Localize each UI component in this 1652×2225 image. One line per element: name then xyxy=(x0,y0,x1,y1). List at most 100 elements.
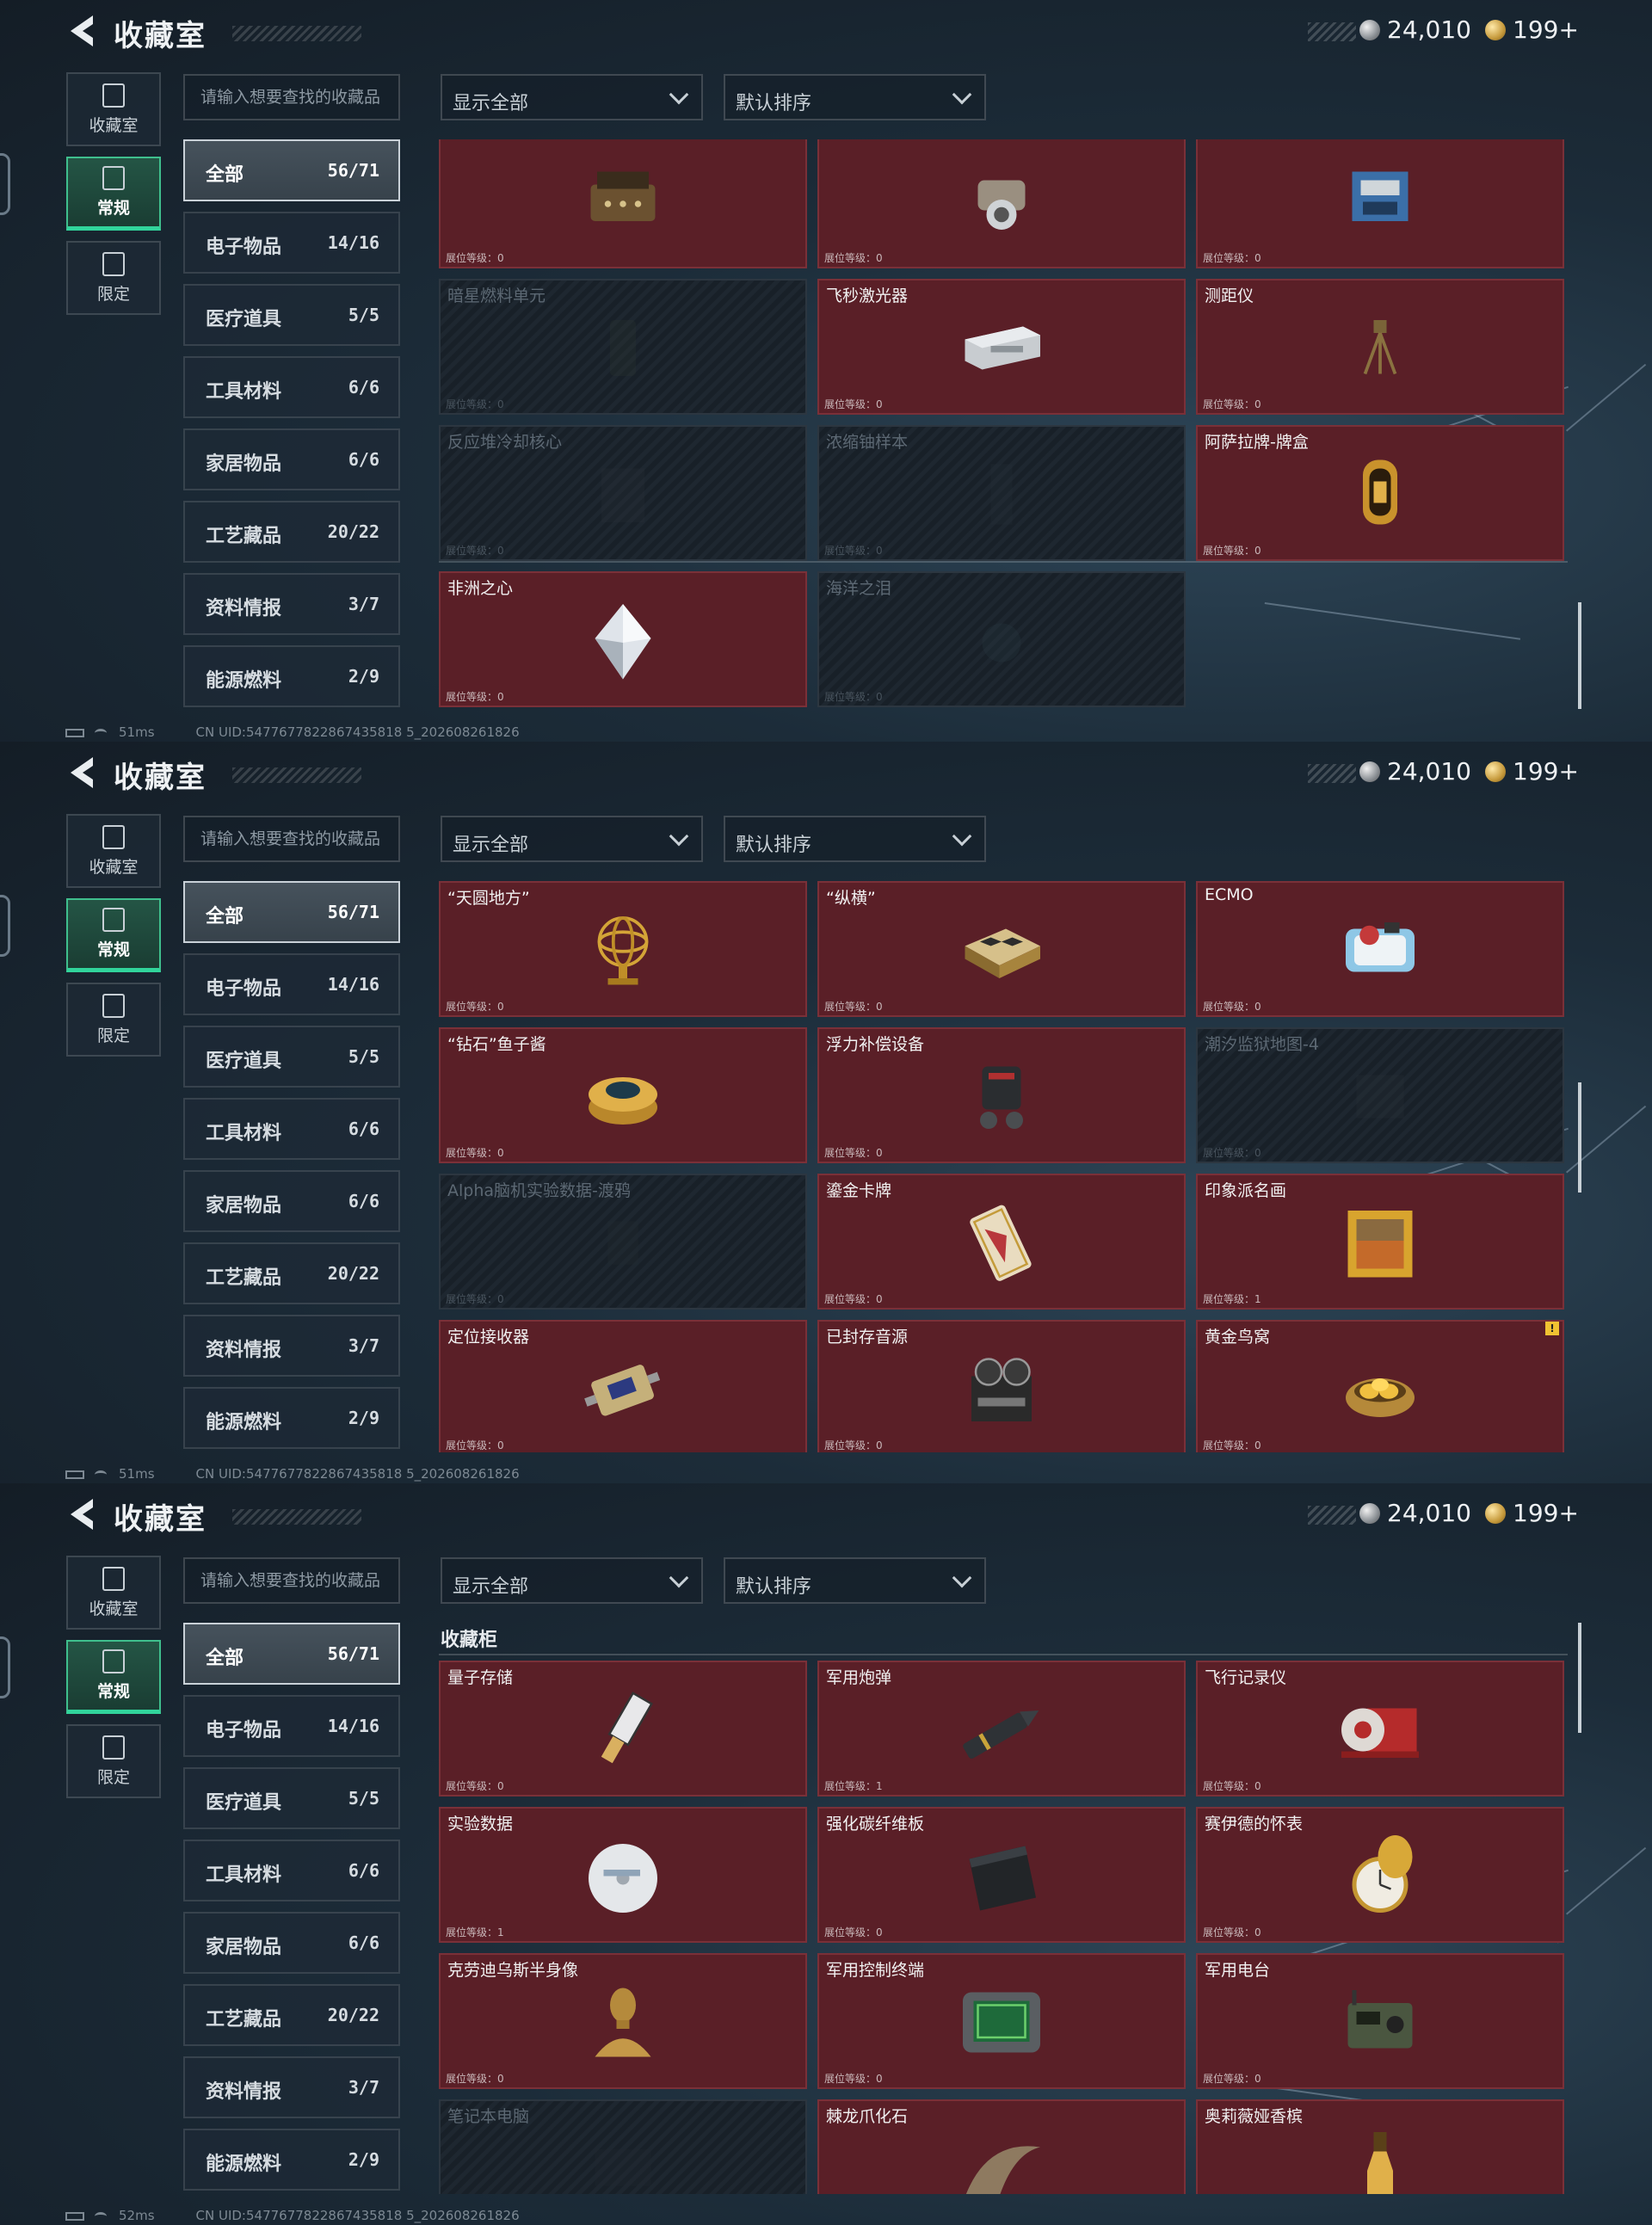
category-tab[interactable]: 医疗道具 5/5 xyxy=(183,1767,400,1829)
category-tab[interactable]: 工艺藏品 20/22 xyxy=(183,1242,400,1304)
back-button[interactable] xyxy=(67,755,98,790)
side-nav-limited[interactable]: 限定 xyxy=(66,241,161,315)
chevron-down-icon xyxy=(952,84,972,105)
collection-item-card[interactable]: 暗星燃料单元 展位等级：0 xyxy=(439,279,807,415)
collection-item-card[interactable]: 军用炮弹 展位等级：1 xyxy=(817,1661,1186,1797)
collection-item-card[interactable]: 棘龙爪化石展位等级：0 xyxy=(817,2099,1186,2194)
item-level: 展位等级：0 xyxy=(446,1291,504,1306)
collection-item-card[interactable]: 军用电台 展位等级：0 xyxy=(1196,1953,1564,2089)
category-tab[interactable]: 医疗道具 5/5 xyxy=(183,284,400,346)
category-tab[interactable]: 资料情报 3/7 xyxy=(183,1315,400,1377)
search-input[interactable] xyxy=(183,816,400,862)
gold-amount[interactable]: 199+ xyxy=(1513,15,1579,44)
back-button[interactable] xyxy=(67,14,98,48)
collection-item-card[interactable]: 潮汐监狱地图-4 展位等级：0 xyxy=(1196,1027,1564,1163)
sort-dropdown[interactable]: 默认排序 xyxy=(724,74,986,120)
side-nav-limited[interactable]: 限定 xyxy=(66,1724,161,1798)
item-level: 展位等级：0 xyxy=(824,543,883,558)
search-input[interactable] xyxy=(183,1557,400,1604)
category-tab[interactable]: 家居物品 6/6 xyxy=(183,428,400,490)
scrollbar[interactable] xyxy=(1578,1623,1581,1733)
collection-item-card[interactable]: 实验数据 展位等级：1 xyxy=(439,1807,807,1943)
item-name: 反应堆冷却核心 xyxy=(447,433,563,452)
side-nav-limited[interactable]: 限定 xyxy=(66,983,161,1057)
collection-item-card[interactable]: “天圆地方” 展位等级：0 xyxy=(439,881,807,1017)
category-tab[interactable]: 医疗道具 5/5 xyxy=(183,1026,400,1088)
collection-item-card[interactable]: 已封存音源 展位等级：0 xyxy=(817,1320,1186,1452)
filter-dropdown[interactable]: 显示全部 xyxy=(441,1557,703,1604)
category-tab[interactable]: 全部 56/71 xyxy=(183,139,400,201)
category-label: 能源燃料 xyxy=(206,670,282,692)
category-tab[interactable]: 电子物品 14/16 xyxy=(183,212,400,274)
category-tab[interactable]: 资料情报 3/7 xyxy=(183,573,400,635)
category-tab[interactable]: 电子物品 14/16 xyxy=(183,953,400,1015)
collection-item-card[interactable]: 非洲之心 展位等级：0 xyxy=(439,571,807,707)
side-nav-collection-room[interactable]: 收藏室 xyxy=(66,72,161,146)
category-count: 14/16 xyxy=(327,1716,379,1736)
category-tab[interactable]: 电子物品 14/16 xyxy=(183,1695,400,1757)
category-tab[interactable]: 工艺藏品 20/22 xyxy=(183,1984,400,2046)
collection-item-card[interactable]: 阿萨拉牌-牌盒 展位等级：0 xyxy=(1196,425,1564,561)
category-tab[interactable]: 工具材料 6/6 xyxy=(183,1098,400,1160)
gold-currency: 199+ xyxy=(1485,757,1579,786)
level-prefix: 展位等级： xyxy=(824,691,877,703)
collection-item-card[interactable]: 浮力补偿设备 展位等级：0 xyxy=(817,1027,1186,1163)
category-tab[interactable]: 工具材料 6/6 xyxy=(183,1840,400,1901)
collection-item-card[interactable]: 黄金鸟窝 展位等级：0! xyxy=(1196,1320,1564,1452)
sort-dropdown[interactable]: 默认排序 xyxy=(724,1557,986,1604)
flight-recorder-icon xyxy=(1341,1708,1419,1758)
sort-dropdown[interactable]: 默认排序 xyxy=(724,816,986,862)
collection-item-card[interactable]: 浓缩铀样本 展位等级：0 xyxy=(817,425,1186,561)
side-drawer-handle[interactable] xyxy=(0,153,10,215)
side-nav-regular[interactable]: 常规 xyxy=(66,898,161,972)
category-label: 全部 xyxy=(206,906,244,928)
scrollbar[interactable] xyxy=(1578,1082,1581,1193)
collection-item-card[interactable]: 量子存储 展位等级：0 xyxy=(439,1661,807,1797)
collection-item-card[interactable]: 测距仪 展位等级：0 xyxy=(1196,279,1564,415)
collection-item-card[interactable]: 军用控制终端 展位等级：0 xyxy=(817,1953,1186,2089)
collection-item-card[interactable]: 鎏金卡牌 展位等级：0 xyxy=(817,1174,1186,1310)
collection-item-card[interactable]: 飞秒激光器 展位等级：0 xyxy=(817,279,1186,415)
side-nav-collection-room[interactable]: 收藏室 xyxy=(66,1556,161,1630)
collection-item-card[interactable]: 展位等级：0 xyxy=(817,139,1186,268)
category-tab[interactable]: 资料情报 3/7 xyxy=(183,2056,400,2118)
collection-item-card[interactable]: “纵横” 展位等级：0 xyxy=(817,881,1186,1017)
category-tab[interactable]: 家居物品 6/6 xyxy=(183,1912,400,1974)
category-tab[interactable]: 能源燃料 2/9 xyxy=(183,645,400,707)
collection-item-card[interactable]: 展位等级：0 xyxy=(439,139,807,268)
search-input[interactable] xyxy=(183,74,400,120)
category-tab[interactable]: 能源燃料 2/9 xyxy=(183,2129,400,2191)
category-tab[interactable]: 全部 56/71 xyxy=(183,881,400,943)
collection-item-card[interactable]: 反应堆冷却核心 展位等级：0 xyxy=(439,425,807,561)
collection-item-card[interactable]: ECMO 展位等级：0 xyxy=(1196,881,1564,1017)
category-tab[interactable]: 工具材料 6/6 xyxy=(183,356,400,418)
gold-amount[interactable]: 199+ xyxy=(1513,1499,1579,1527)
collection-item-card[interactable]: 强化碳纤维板 展位等级：0 xyxy=(817,1807,1186,1943)
back-button[interactable] xyxy=(67,1497,98,1532)
collection-item-card[interactable]: 奥莉薇娅香槟展位等级：0 xyxy=(1196,2099,1564,2194)
collection-item-card[interactable]: 印象派名画 展位等级：1 xyxy=(1196,1174,1564,1310)
category-tab[interactable]: 工艺藏品 20/22 xyxy=(183,501,400,563)
side-nav-regular[interactable]: 常规 xyxy=(66,157,161,231)
collection-item-card[interactable]: 飞行记录仪 展位等级：0 xyxy=(1196,1661,1564,1797)
category-tab[interactable]: 能源燃料 2/9 xyxy=(183,1387,400,1449)
collection-item-card[interactable]: 赛伊德的怀表 展位等级：0 xyxy=(1196,1807,1564,1943)
category-tab[interactable]: 家居物品 6/6 xyxy=(183,1170,400,1232)
collection-item-card[interactable]: “钻石”鱼子酱 展位等级：0 xyxy=(439,1027,807,1163)
category-tab[interactable]: 全部 56/71 xyxy=(183,1623,400,1685)
collection-item-card[interactable]: 展位等级：0 xyxy=(1196,139,1564,268)
collection-item-card[interactable]: 笔记本电脑展位等级：0 xyxy=(439,2099,807,2194)
side-nav-regular[interactable]: 常规 xyxy=(66,1640,161,1714)
collection-item-card[interactable]: 海洋之泪 展位等级：0 xyxy=(817,571,1186,707)
collection-item-card[interactable]: 克劳迪乌斯半身像 展位等级：0 xyxy=(439,1953,807,2089)
filter-label: 显示全部 xyxy=(453,93,529,114)
gold-amount[interactable]: 199+ xyxy=(1513,757,1579,786)
filter-dropdown[interactable]: 显示全部 xyxy=(441,74,703,120)
scrollbar[interactable] xyxy=(1578,602,1581,709)
side-drawer-handle[interactable] xyxy=(0,1636,10,1698)
side-nav-collection-room[interactable]: 收藏室 xyxy=(66,814,161,888)
collection-item-card[interactable]: 定位接收器 展位等级：0 xyxy=(439,1320,807,1452)
filter-dropdown[interactable]: 显示全部 xyxy=(441,816,703,862)
side-drawer-handle[interactable] xyxy=(0,895,10,957)
collection-item-card[interactable]: Alpha脑机实验数据-渡鸦 展位等级：0 xyxy=(439,1174,807,1310)
